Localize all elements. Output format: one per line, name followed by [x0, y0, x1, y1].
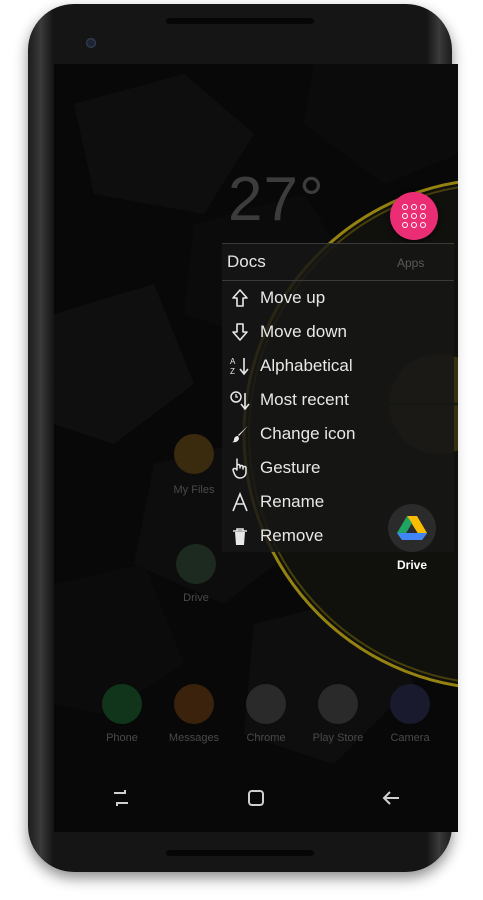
screen: 27° My Files Drive Phone Messages Chrome…	[54, 64, 458, 832]
apps-drawer-button[interactable]	[390, 192, 438, 240]
chrome-app-icon	[246, 684, 286, 724]
chrome-app-label: Chrome	[246, 732, 286, 744]
back-button[interactable]	[376, 783, 406, 813]
my-files-icon	[174, 434, 214, 474]
messages-app-label: Messages	[168, 732, 220, 744]
back-arrow-icon	[382, 791, 399, 805]
menu-item-label: Remove	[260, 526, 324, 545]
menu-item-label: Change icon	[260, 424, 356, 443]
grid-dots-icon	[402, 204, 426, 228]
sort-alpha-icon: A Z	[229, 355, 251, 377]
menu-item-move-down[interactable]: Move down	[222, 316, 454, 348]
svg-text:A: A	[230, 357, 236, 366]
drive-ghost-icon	[176, 544, 216, 584]
top-speaker	[166, 18, 314, 24]
phone-app-icon	[102, 684, 142, 724]
brush-icon	[229, 424, 251, 444]
front-camera	[86, 38, 96, 48]
menu-item-label: Most recent	[260, 390, 349, 409]
menu-divider	[222, 280, 454, 281]
play-store-app-label: Play Store	[312, 732, 364, 744]
messages-app-icon	[174, 684, 214, 724]
phone-app-label: Phone	[106, 732, 138, 744]
menu-item-gesture[interactable]: Gesture	[222, 452, 454, 484]
menu-item-move-up[interactable]: Move up	[222, 282, 454, 314]
navigation-bar	[54, 764, 458, 832]
phone-frame: 27° My Files Drive Phone Messages Chrome…	[28, 4, 458, 872]
menu-item-label: Gesture	[260, 458, 321, 477]
menu-item-most-recent[interactable]: Most recent	[222, 384, 454, 416]
play-store-app-icon	[318, 684, 358, 724]
recents-icon	[114, 790, 129, 806]
menu-item-alphabetical[interactable]: A Z Alphabetical	[222, 350, 454, 382]
arrow-up-icon	[229, 288, 251, 308]
menu-title: Docs	[227, 252, 266, 271]
trash-icon	[229, 526, 251, 546]
text-a-icon	[229, 492, 251, 512]
clock-sort-icon	[229, 389, 251, 411]
svg-text:Z: Z	[230, 367, 235, 376]
bottom-speaker	[166, 850, 314, 856]
menu-item-label: Rename	[260, 492, 325, 511]
arrow-down-icon	[229, 322, 251, 342]
home-button[interactable]	[241, 783, 271, 813]
drive-app[interactable]: Drive	[388, 504, 440, 572]
camera-app-label: Camera	[390, 732, 430, 744]
drive-label: Drive	[396, 558, 428, 572]
drive-ghost-label: Drive	[183, 592, 209, 604]
my-files-label: My Files	[173, 484, 215, 496]
home-icon	[247, 790, 264, 806]
apps-tab-label: Apps	[397, 256, 425, 270]
clock-widget: 27°	[228, 165, 325, 234]
menu-item-change-icon[interactable]: Change icon	[222, 418, 454, 450]
recents-button[interactable]	[106, 783, 136, 813]
hand-pointer-icon	[229, 457, 251, 479]
menu-item-label: Alphabetical	[260, 356, 353, 375]
drive-icon	[388, 504, 436, 552]
camera-app-icon	[390, 684, 430, 724]
menu-item-label: Move up	[260, 288, 326, 307]
menu-item-label: Move down	[260, 322, 347, 341]
